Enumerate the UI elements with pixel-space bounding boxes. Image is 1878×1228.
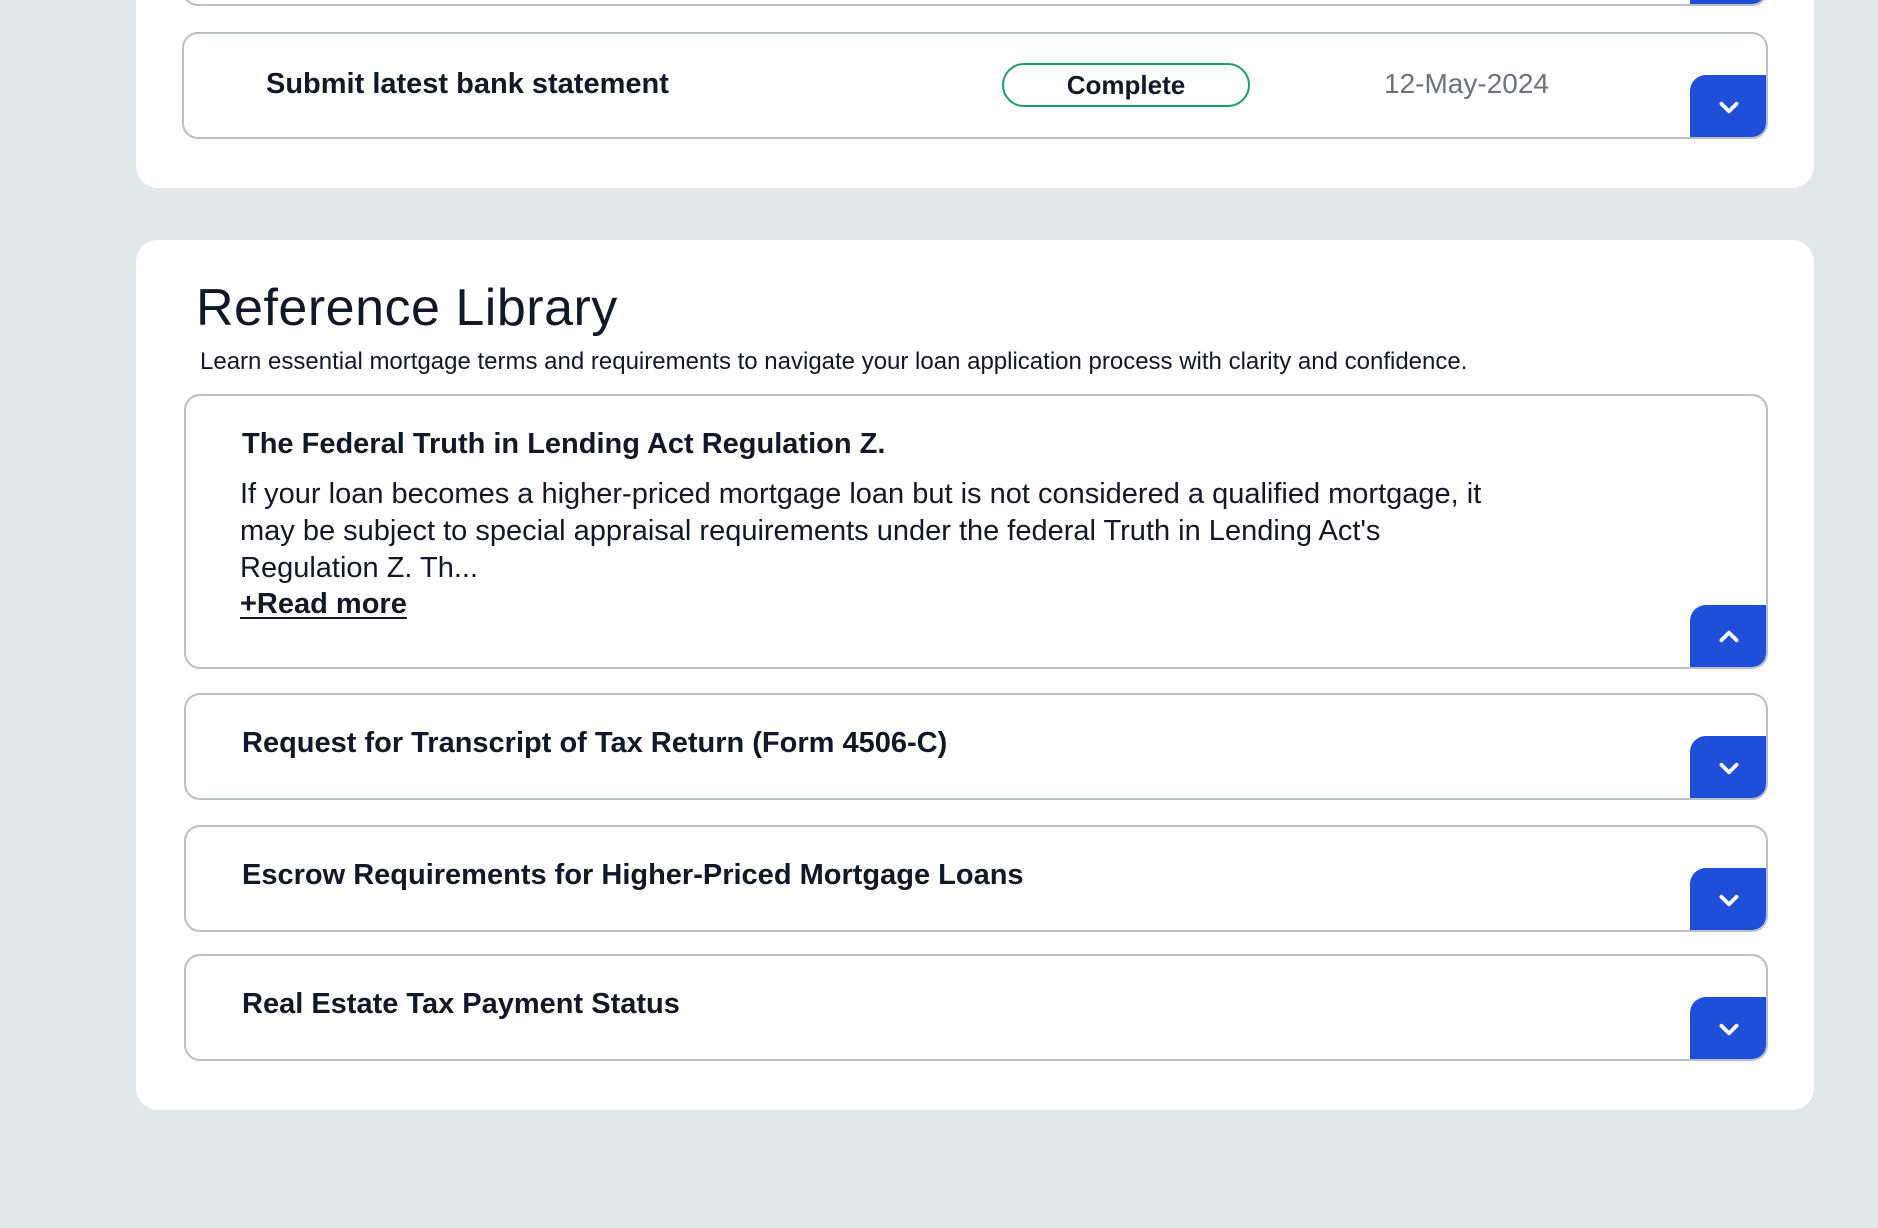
expand-toggle-button[interactable] — [1690, 0, 1766, 4]
task-title: Submit latest bank statement — [266, 68, 669, 100]
reference-item-title: The Federal Truth in Lending Act Regulat… — [242, 428, 886, 460]
task-date: 12-May-2024 — [1384, 68, 1549, 99]
chevron-down-icon — [1719, 762, 1739, 775]
status-badge: Complete — [1002, 63, 1250, 107]
reference-item[interactable]: Escrow Requirements for Higher-Priced Mo… — [184, 825, 1768, 932]
chevron-down-icon — [1719, 1023, 1739, 1036]
reference-item-title: Escrow Requirements for Higher-Priced Mo… — [242, 859, 1024, 891]
expand-toggle-button[interactable] — [1690, 997, 1766, 1059]
task-list-card: Submit latest bank statement Complete 12… — [136, 0, 1814, 188]
task-row-previous — [182, 0, 1768, 6]
chevron-up-icon — [1719, 630, 1739, 643]
expand-toggle-button[interactable] — [1690, 736, 1766, 798]
reference-item-title: Real Estate Tax Payment Status — [242, 988, 680, 1020]
chevron-down-icon — [1719, 894, 1739, 907]
reference-item[interactable]: Request for Transcript of Tax Return (Fo… — [184, 693, 1768, 800]
expand-toggle-button[interactable] — [1690, 75, 1766, 137]
reference-item[interactable]: Real Estate Tax Payment Status — [184, 954, 1768, 1061]
chevron-down-icon — [1719, 101, 1739, 114]
expand-toggle-button[interactable] — [1690, 868, 1766, 930]
read-more-link[interactable]: +Read more — [240, 588, 407, 621]
reference-item-title: Request for Transcript of Tax Return (Fo… — [242, 727, 948, 759]
reference-item-expanded[interactable]: The Federal Truth in Lending Act Regulat… — [184, 394, 1768, 669]
collapse-toggle-button[interactable] — [1690, 605, 1766, 667]
reference-item-body: If your loan becomes a higher-priced mor… — [240, 478, 1482, 584]
task-row[interactable]: Submit latest bank statement Complete 12… — [182, 32, 1768, 139]
section-subtitle: Learn essential mortgage terms and requi… — [200, 348, 1468, 375]
section-title: Reference Library — [196, 279, 618, 337]
reference-library-card: Reference Library Learn essential mortga… — [136, 240, 1814, 1110]
